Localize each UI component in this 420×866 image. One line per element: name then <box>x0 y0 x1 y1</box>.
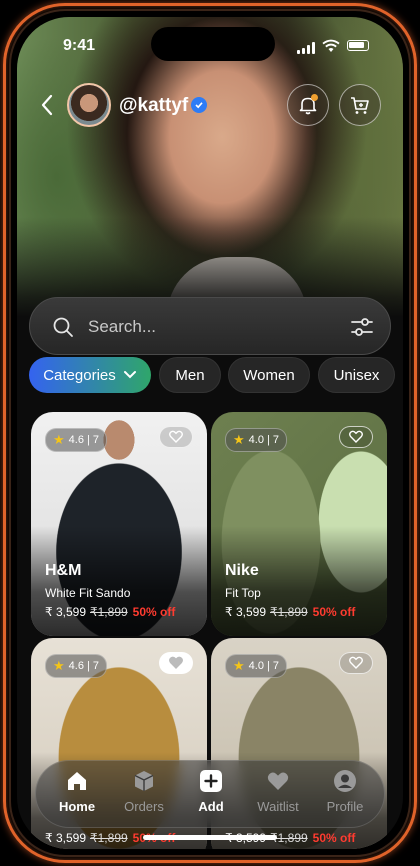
signal-icon <box>297 42 319 54</box>
phone-frame: 9:41 @kattyf Search... Categories Men Wo… <box>0 0 420 866</box>
bottom-nav: Home Orders Add Waitlist Profile <box>35 760 385 828</box>
nav-profile[interactable]: Profile <box>312 769 378 821</box>
product-discount: 50% off <box>312 605 356 619</box>
status-time: 9:41 <box>63 37 96 54</box>
screen: 9:41 @kattyf Search... Categories Men Wo… <box>17 17 403 849</box>
cart-icon <box>351 97 369 114</box>
heart-icon <box>267 772 289 790</box>
product-discount: 50% off <box>132 605 176 619</box>
username: @kattyf <box>119 95 189 116</box>
product-brand: Nike <box>225 562 259 579</box>
star-icon: ★ <box>233 658 245 673</box>
heart-icon <box>349 430 363 443</box>
box-icon <box>134 771 154 791</box>
search-icon <box>53 317 73 337</box>
nav-label: Profile <box>326 799 364 814</box>
user-icon <box>334 770 356 792</box>
heart-icon <box>349 656 363 669</box>
star-icon: ★ <box>53 432 65 447</box>
star-icon: ★ <box>233 432 245 447</box>
chevron-down-icon <box>123 371 136 379</box>
nav-waitlist[interactable]: Waitlist <box>245 769 311 821</box>
status-bar: 9:41 <box>17 17 403 75</box>
battery-icon <box>347 40 369 51</box>
product-price: ₹ 3,599 <box>45 831 86 845</box>
rating-badge: ★ 4.0 | 7 <box>225 654 288 678</box>
product-price: ₹ 3,599 <box>225 605 266 619</box>
avatar[interactable] <box>67 83 111 127</box>
filter-icon[interactable] <box>350 316 374 338</box>
nav-label: Waitlist <box>257 799 299 814</box>
wifi-icon <box>322 39 340 52</box>
product-old-price: ₹1,899 <box>90 831 128 845</box>
nav-label: Home <box>58 799 96 814</box>
star-icon: ★ <box>53 658 65 673</box>
rating-badge: ★ 4.6 | 7 <box>45 654 108 678</box>
product-name: White Fit Sando <box>45 586 131 600</box>
product-price-row: ₹ 3,599 ₹1,899 50% off <box>45 605 175 619</box>
rating-text: 4.0 | 7 <box>248 434 280 446</box>
card-shade <box>31 526 207 636</box>
search-bar <box>29 297 391 356</box>
rating-text: 4.6 | 7 <box>68 660 100 672</box>
rating-badge: ★ 4.6 | 7 <box>45 428 108 452</box>
notifications-button[interactable] <box>287 84 329 126</box>
product-price-row: ₹ 3,599 ₹1,899 50% off <box>225 605 355 619</box>
rating-text: 4.0 | 7 <box>248 660 280 672</box>
product-old-price: ₹1,899 <box>270 605 308 619</box>
product-discount: 50% off <box>312 831 356 845</box>
wishlist-button[interactable] <box>339 426 373 448</box>
rating-badge: ★ 4.0 | 7 <box>225 428 288 452</box>
wishlist-button[interactable] <box>339 652 373 674</box>
product-old-price: ₹1,899 <box>90 605 128 619</box>
wishlist-button[interactable] <box>159 652 193 674</box>
home-indicator[interactable] <box>143 835 277 840</box>
product-card[interactable]: ★ 4.0 | 7 Nike Fit Top ₹ 3,599 ₹1,899 50% o… <box>211 412 387 636</box>
wishlist-button[interactable] <box>159 426 193 448</box>
chip-men[interactable]: Men <box>159 357 221 393</box>
chip-women[interactable]: Women <box>228 357 310 393</box>
cart-button[interactable] <box>339 84 381 126</box>
product-card[interactable]: ★ 4.6 | 7 H&M White Fit Sando ₹ 3,599 ₹1,8… <box>31 412 207 636</box>
chip-unisex[interactable]: Unisex <box>318 357 395 393</box>
filter-chips: Categories Men Women Unisex <box>29 357 403 393</box>
card-shade <box>211 526 387 636</box>
nav-add[interactable]: Add <box>178 769 244 821</box>
nav-label: Orders <box>124 799 164 814</box>
home-icon <box>68 772 86 790</box>
product-price: ₹ 3,599 <box>45 605 86 619</box>
product-brand: H&M <box>45 562 82 579</box>
heart-icon <box>169 430 183 443</box>
rating-text: 4.6 | 7 <box>68 434 100 446</box>
plus-icon <box>200 770 222 792</box>
notification-dot <box>311 94 318 101</box>
nav-label: Add <box>198 799 224 814</box>
verified-badge-icon <box>191 97 207 113</box>
heart-icon <box>169 656 183 669</box>
nav-home[interactable]: Home <box>44 769 110 821</box>
dynamic-island <box>151 27 275 61</box>
product-name: Fit Top <box>225 586 261 600</box>
back-icon[interactable] <box>39 93 55 117</box>
chip-categories[interactable]: Categories <box>29 357 151 393</box>
chip-label: Categories <box>43 366 116 384</box>
search-input[interactable] <box>86 298 320 356</box>
nav-orders[interactable]: Orders <box>111 769 177 821</box>
